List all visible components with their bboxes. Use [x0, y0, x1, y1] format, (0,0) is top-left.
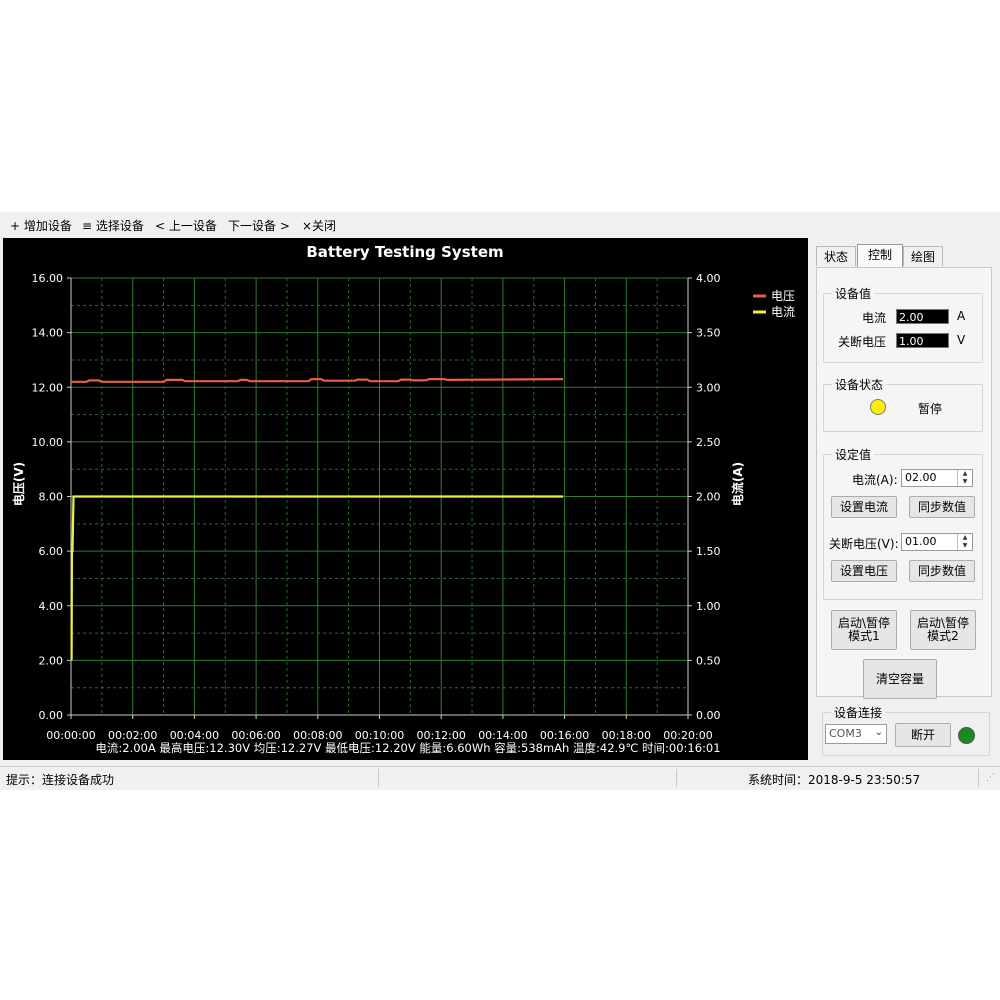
y2-axis-label: 电流(A) [730, 462, 745, 506]
current-unit: A [957, 309, 966, 323]
tab-body-control: 设备值 电流 2.00 A 关断电压 1.00 V 设备状态 暂停 设定值 电流… [816, 267, 992, 699]
legend: 电压电流 [753, 289, 795, 319]
set-voltage-button[interactable]: 设置电压 [831, 560, 897, 582]
resize-grip-icon[interactable]: ⋰ [986, 773, 995, 783]
y2-tick-label: 4.00 [696, 272, 721, 285]
y-tick-label: 6.00 [39, 545, 64, 558]
status-separator [378, 769, 379, 787]
legend-label: 电流 [771, 305, 795, 319]
y-tick-label: 0.00 [39, 709, 64, 722]
device-status-title: 设备状态 [832, 376, 887, 393]
y2-tick-label: 0.00 [696, 709, 721, 722]
axis-layer: 0.00 2.00 4.00 6.00 8.00 10.00 12.00 14.00 16.00… [32, 272, 721, 742]
x-tick-label: 00:00:00 [46, 729, 95, 742]
tab-control[interactable]: 控制 [857, 244, 903, 268]
y-tick-label: 2.00 [39, 654, 64, 667]
status-bar: 提示：连接设备成功 系统时间：2018-9-5 23:50:57 ⋰ [0, 766, 1000, 789]
menu-add-device[interactable]: + 增加设备 [10, 217, 72, 234]
tab-plot[interactable]: 绘图 [903, 246, 943, 266]
y-tick-label: 12.00 [32, 381, 64, 394]
connection-title: 设备连接 [831, 704, 886, 721]
series-line-电压 [71, 378, 564, 383]
menu-select-device[interactable]: ≡ 选择设备 [82, 217, 144, 234]
set-values-group: 设定值 电流(A): 02.00 ▲ ▼ 设置电流 同步数值 关断电压(V): 0… [823, 446, 983, 600]
status-text: 暂停 [918, 402, 943, 416]
cutoff-unit: V [957, 333, 966, 347]
clear-capacity-button[interactable]: 清空容量 [863, 659, 937, 699]
y-tick-label: 16.00 [32, 272, 64, 285]
current-readout: 2.00 [896, 309, 949, 324]
stats-summary: 电流:2.00A 最高电压:12.30V 均压:12.27V 最低电压:12.2… [95, 741, 720, 755]
chart-title: Battery Testing System [306, 243, 503, 261]
status-indicator-icon [870, 399, 886, 415]
y2-tick-label: 1.50 [696, 545, 721, 558]
chevron-down-icon[interactable]: ⌄ [875, 727, 883, 738]
device-status-group: 设备状态 暂停 [823, 376, 983, 432]
system-time: 系统时间：2018-9-5 23:50:57 [748, 773, 921, 787]
legend-label: 电压 [771, 289, 795, 303]
y-tick-label: 10.00 [32, 436, 64, 449]
y-tick-label: 8.00 [39, 491, 64, 504]
y-axis-label: 电压(V) [11, 462, 26, 506]
mode2-line2: 模式2 [927, 629, 959, 643]
port-select-value[interactable]: COM3 [829, 727, 862, 740]
connection-indicator-icon [958, 727, 975, 744]
y-tick-label: 4.00 [39, 600, 64, 613]
menu-prev-device[interactable]: < 上一设备 [155, 217, 217, 234]
port-select[interactable]: COM3 ⌄ [825, 724, 887, 744]
y2-tick-label: 0.50 [696, 654, 721, 667]
cutoff-label: 关断电压 [838, 335, 887, 349]
stepper-down-icon[interactable]: ▼ [958, 542, 972, 550]
sync-values-button-2[interactable]: 同步数值 [909, 560, 975, 582]
cutoff-stepper-value[interactable]: 01.00 [905, 535, 937, 548]
stepper-down-icon[interactable]: ▼ [958, 478, 972, 486]
set-cutoff-label: 关断电压(V): [829, 537, 899, 551]
disconnect-button[interactable]: 断开 [895, 723, 951, 747]
y2-tick-label: 1.00 [696, 600, 721, 613]
current-stepper[interactable]: 02.00 ▲ ▼ [901, 469, 973, 487]
app-window: + 增加设备 ≡ 选择设备 < 上一设备 下一设备 > ×关闭 Battery … [0, 212, 1000, 790]
y2-tick-label: 2.00 [696, 491, 721, 504]
stepper-up-icon[interactable]: ▲ [958, 534, 972, 542]
current-label: 电流 [862, 311, 887, 325]
menu-bar: + 增加设备 ≡ 选择设备 < 上一设备 下一设备 > ×关闭 [0, 212, 1000, 238]
start-pause-mode2-button[interactable]: 启动\暂停 模式2 [910, 610, 976, 650]
y2-tick-label: 2.50 [696, 436, 721, 449]
status-separator [676, 769, 677, 787]
connection-group: 设备连接 COM3 ⌄ 断开 [822, 704, 990, 756]
menu-close[interactable]: ×关闭 [302, 217, 336, 234]
device-values-group: 设备值 电流 2.00 A 关断电压 1.00 V [823, 285, 983, 363]
sync-values-button-1[interactable]: 同步数值 [909, 496, 975, 518]
set-values-title: 设定值 [832, 446, 875, 463]
stepper-up-icon[interactable]: ▲ [958, 470, 972, 478]
tab-status[interactable]: 状态 [816, 246, 856, 266]
cutoff-stepper[interactable]: 01.00 ▲ ▼ [901, 533, 973, 551]
device-values-title: 设备值 [832, 285, 875, 302]
start-pause-mode1-button[interactable]: 启动\暂停 模式1 [831, 610, 897, 650]
y2-tick-label: 3.50 [696, 327, 721, 340]
set-current-label: 电流(A): [852, 473, 898, 487]
y-tick-label: 14.00 [32, 327, 64, 340]
set-current-button[interactable]: 设置电流 [831, 496, 897, 518]
chart-panel: Battery Testing System 电压(V) 电流(A) 0.00 2… [3, 238, 808, 760]
mode1-line2: 模式1 [848, 629, 880, 643]
series-layer [70, 378, 564, 661]
status-separator [978, 769, 979, 787]
current-stepper-value[interactable]: 02.00 [905, 471, 937, 484]
status-message: 提示：连接设备成功 [6, 773, 115, 787]
cutoff-readout: 1.00 [896, 333, 949, 348]
battery-chart: Battery Testing System 电压(V) 电流(A) 0.00 2… [11, 243, 795, 755]
control-panel: 状态 控制 绘图 设备值 电流 2.00 A 关断电压 1.00 V 设备状态 … [813, 242, 997, 760]
menu-next-device[interactable]: 下一设备 > [228, 217, 290, 234]
y2-tick-label: 3.00 [696, 381, 721, 394]
